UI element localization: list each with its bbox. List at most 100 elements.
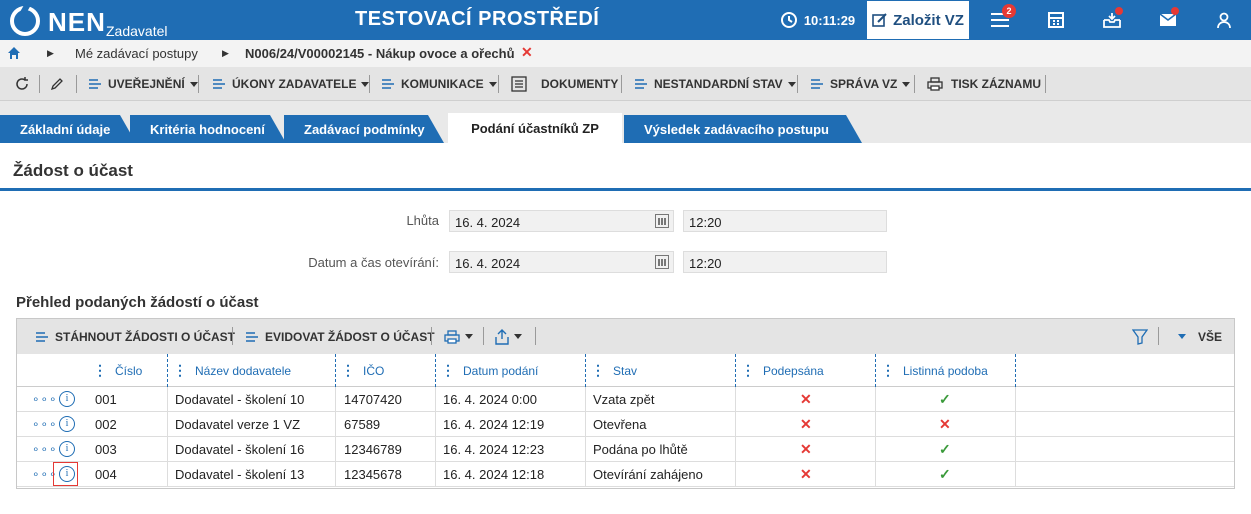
deadline-label: Lhůta	[406, 213, 439, 228]
grid-toolbar: STÁHNOUT ŽÁDOSTI O ÚČAST EVIDOVAT ŽÁDOST…	[17, 319, 1234, 354]
cell-ico: 12346789	[344, 442, 402, 457]
grid-print-menu[interactable]	[444, 319, 473, 354]
print-icon	[444, 329, 460, 344]
menu-button[interactable]: 2	[980, 0, 1020, 40]
cell-ico: 12345678	[344, 467, 402, 482]
refresh-button[interactable]	[14, 67, 30, 101]
deadline-time-value: 12:20	[689, 215, 722, 230]
column-header-ico[interactable]: IČO	[341, 354, 384, 387]
cell-signed: ✕	[800, 416, 812, 432]
table-row[interactable]: ∘∘∘ i 003 Dodavatel - školení 16 1234678…	[17, 437, 1234, 462]
cell-supplier: Dodavatel - školení 13	[175, 467, 305, 482]
contract-management-menu[interactable]: SPRÁVA VZ	[810, 67, 911, 101]
cell-submission-date: 16. 4. 2024 12:19	[443, 417, 545, 432]
publish-menu[interactable]: UVEŘEJNĚNÍ	[88, 67, 198, 101]
calendar-icon[interactable]	[655, 255, 669, 269]
workflow-icon	[213, 79, 225, 89]
chevron-down-icon	[488, 81, 497, 87]
documents-button[interactable]: DOKUMENTY	[511, 67, 618, 101]
documents-label: DOKUMENTY	[541, 77, 619, 91]
top-bar: NEN Zadavatel TESTOVACÍ PROSTŘEDÍ 10:11:…	[0, 0, 1251, 40]
close-icon[interactable]: ✕	[521, 44, 533, 61]
tab-submissions[interactable]: Podání účastníků ZP	[448, 113, 622, 143]
table-row[interactable]: ∘∘∘ i 001 Dodavatel - školení 10 1470742…	[17, 387, 1234, 412]
cell-paper-form: ✓	[939, 441, 951, 457]
table-row[interactable]: ∘∘∘ i 002 Dodavatel verze 1 VZ 67589 16.…	[17, 412, 1234, 437]
cell-signed: ✕	[800, 466, 812, 482]
inbox-notification-dot	[1115, 7, 1123, 15]
column-header-number[interactable]: Číslo	[93, 354, 142, 387]
breadcrumb: ▶ Mé zadávací postupy ▶ N006/24/V0000214…	[0, 40, 1251, 67]
calculator-button[interactable]	[1036, 0, 1076, 40]
cell-supplier: Dodavatel verze 1 VZ	[175, 417, 301, 432]
column-header-paper-form[interactable]: Listinná podoba	[881, 354, 988, 387]
record-submission-button[interactable]: EVIDOVAT ŽÁDOST O ÚČAST	[245, 319, 435, 354]
calendar-icon[interactable]	[655, 214, 669, 228]
print-record-label: TISK ZÁZNAMU	[951, 77, 1041, 91]
info-icon[interactable]: i	[59, 391, 75, 407]
logo-subtitle: Zadavatel	[106, 23, 168, 39]
column-header-status[interactable]: Stav	[591, 354, 637, 387]
messages-notification-dot	[1171, 7, 1179, 15]
edit-icon	[872, 13, 887, 27]
opening-time-field[interactable]: 12:20	[683, 251, 887, 273]
record-submission-label: EVIDOVAT ŽÁDOST O ÚČAST	[265, 329, 435, 344]
download-submissions-button[interactable]: STÁHNOUT ŽÁDOSTI O ÚČAST	[35, 319, 235, 354]
info-icon[interactable]: i	[59, 416, 75, 432]
breadcrumb-item-my-procedures[interactable]: Mé zadávací postupy	[75, 46, 198, 61]
chevron-down-icon	[902, 81, 911, 87]
user-button[interactable]	[1204, 0, 1244, 40]
column-header-signed[interactable]: Podepsána	[741, 354, 824, 387]
cell-status: Otevírání zahájeno	[593, 467, 703, 482]
print-record-button[interactable]: TISK ZÁZNAMU	[927, 67, 1041, 101]
cell-supplier: Dodavatel - školení 10	[175, 392, 305, 407]
info-icon[interactable]: i	[59, 441, 75, 457]
opening-date-field[interactable]: 16. 4. 2024	[449, 251, 674, 273]
cell-submission-date: 16. 4. 2024 12:18	[443, 467, 545, 482]
inbox-button[interactable]	[1092, 0, 1132, 40]
tab-tender-conditions[interactable]: Zadávací podmínky	[284, 115, 444, 143]
workflow-icon	[36, 331, 48, 342]
cell-submission-date: 16. 4. 2024 12:23	[443, 442, 545, 457]
communication-menu[interactable]: KOMUNIKACE	[381, 67, 497, 101]
contracting-actions-menu[interactable]: ÚKONY ZADAVATELE	[212, 67, 370, 101]
create-contract-label: Založit VZ	[893, 11, 964, 29]
filter-button[interactable]	[1132, 319, 1148, 354]
contract-management-label: SPRÁVA VZ	[830, 77, 898, 91]
grid-export-menu[interactable]	[495, 319, 522, 354]
view-all-button[interactable]: VŠE	[1173, 319, 1222, 354]
create-contract-button[interactable]: Založit VZ	[866, 0, 970, 40]
cell-paper-form: ✓	[939, 466, 951, 482]
chevron-down-icon	[514, 334, 522, 339]
contracting-actions-label: ÚKONY ZADAVATELE	[232, 77, 357, 91]
publish-label: UVEŘEJNĚNÍ	[108, 77, 185, 91]
chevron-right-icon: ▶	[222, 48, 229, 58]
grid-title: Přehled podaných žádostí o účast	[16, 294, 259, 311]
deadline-time-field[interactable]: 12:20	[683, 210, 887, 232]
cell-number: 002	[95, 417, 117, 432]
row-actions-icon[interactable]: ∘∘∘	[32, 392, 58, 406]
download-submissions-label: STÁHNOUT ŽÁDOSTI O ÚČAST	[55, 329, 235, 344]
deadline-date-field[interactable]: 16. 4. 2024	[449, 210, 674, 232]
nonstandard-state-menu[interactable]: NESTANDARDNÍ STAV	[634, 67, 796, 101]
info-icon[interactable]: i	[59, 466, 75, 482]
table-row[interactable]: ∘∘∘ i 004 Dodavatel - školení 13 1234567…	[17, 462, 1234, 487]
communication-label: KOMUNIKACE	[401, 77, 484, 91]
tab-basic-info[interactable]: Základní údaje	[0, 115, 136, 143]
tab-procedure-result[interactable]: Výsledek zadávacího postupu	[624, 115, 862, 143]
section-title: Žádost o účast	[13, 161, 133, 180]
edit-button[interactable]	[50, 67, 64, 101]
home-icon[interactable]	[7, 46, 21, 60]
row-actions-icon[interactable]: ∘∘∘	[32, 442, 58, 456]
messages-button[interactable]	[1148, 0, 1188, 40]
column-header-supplier[interactable]: Název dodavatele	[173, 354, 291, 387]
cell-supplier: Dodavatel - školení 16	[175, 442, 305, 457]
session-timer: 10:11:29	[775, 0, 860, 40]
row-actions-icon[interactable]: ∘∘∘	[32, 417, 58, 431]
workflow-icon	[246, 331, 258, 342]
nonstandard-state-label: NESTANDARDNÍ STAV	[654, 77, 783, 91]
submissions-grid: STÁHNOUT ŽÁDOSTI O ÚČAST EVIDOVAT ŽÁDOST…	[16, 318, 1235, 489]
column-header-submission-date[interactable]: Datum podání	[441, 354, 538, 387]
cell-status: Podána po lhůtě	[593, 442, 688, 457]
tab-evaluation-criteria[interactable]: Kritéria hodnocení	[130, 115, 286, 143]
